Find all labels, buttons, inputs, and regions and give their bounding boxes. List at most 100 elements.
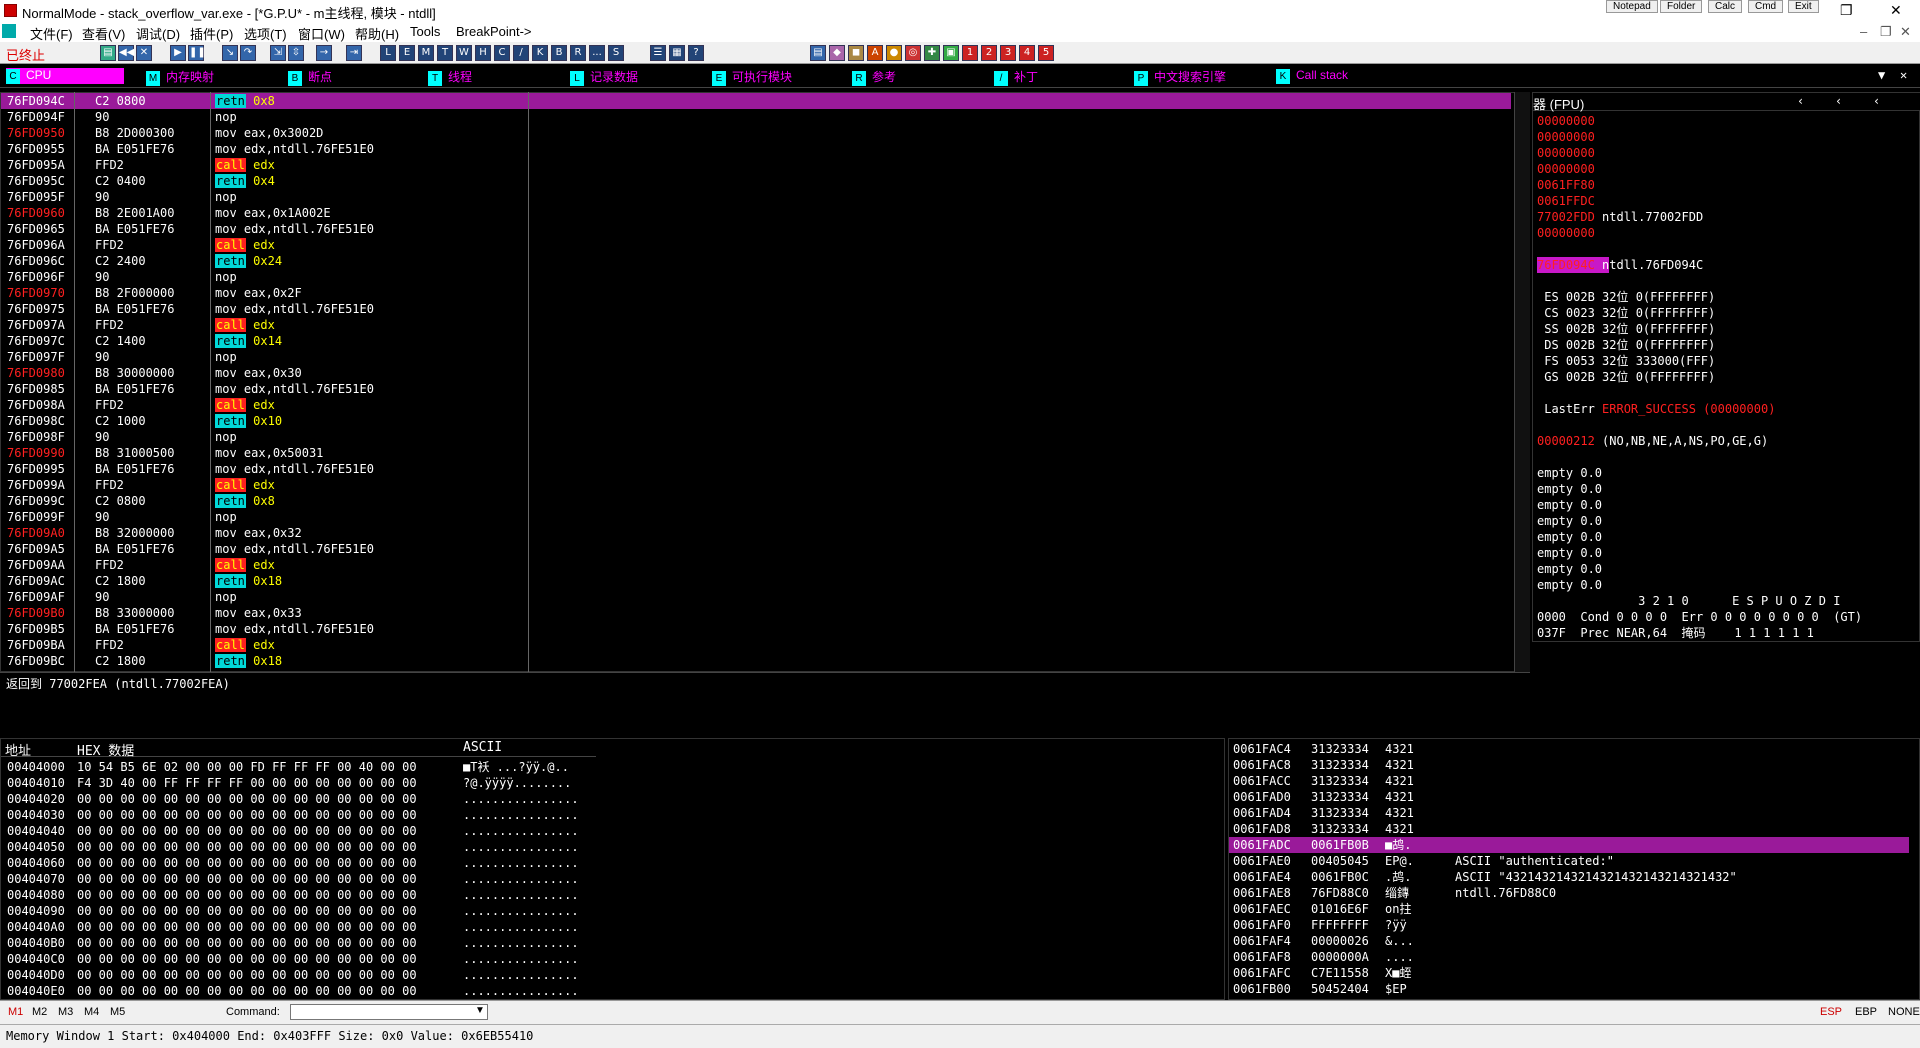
plugin-icon-6[interactable]: ◎	[905, 45, 921, 61]
register-line[interactable]: 77002FDD ntdll.77002FDD	[1537, 209, 1703, 225]
toolbar-c[interactable]: C	[494, 45, 510, 61]
plugin-icon-9[interactable]: 1	[962, 45, 978, 61]
dump-row[interactable]: 00404070 00 00 00 00 00 00 00 00 00 00 00…	[7, 871, 579, 887]
plugin-icon-11[interactable]: 3	[1000, 45, 1016, 61]
dump-row[interactable]: 00404010 F4 3D 40 00 FF FF FF FF 00 00 00…	[7, 775, 571, 791]
register-line[interactable]: 0000 Cond 0 0 0 0 Err 0 0 0 0 0 0 0 0 (G…	[1537, 609, 1862, 625]
disasm-row[interactable]: 76FD097A FFD2 call edx	[1, 317, 1511, 333]
register-line[interactable]: 0061FF80	[1537, 177, 1595, 193]
register-line[interactable]: CS 0023 32位 0(FFFFFFFF)	[1537, 305, 1715, 321]
plugin-icon-3[interactable]: ◼	[848, 45, 864, 61]
step-over-icon[interactable]: ↷	[240, 45, 256, 61]
register-line[interactable]: LastErr ERROR_SUCCESS (00000000)	[1537, 401, 1775, 417]
mdi-minimize-icon[interactable]: –	[1860, 24, 1867, 39]
stack-row[interactable]: 0061FAE0 00405045 EP@. ASCII "authenticated…	[1229, 853, 1909, 869]
dump-row[interactable]: 004040B0 00 00 00 00 00 00 00 00 00 00 00…	[7, 935, 579, 951]
dump-row[interactable]: 004040C0 00 00 00 00 00 00 00 00 00 00 00…	[7, 951, 579, 967]
cpu-scrollbar[interactable]	[1514, 92, 1530, 672]
disasm-row[interactable]: 76FD09A5 BA E051FE76 mov edx,ntdll.76FE51E…	[1, 541, 1511, 557]
disasm-row[interactable]: 76FD09B0 B8 33000000 mov eax,0x33	[1, 605, 1511, 621]
register-line[interactable]: 00000000	[1537, 129, 1595, 145]
tab-call-stack[interactable]: K Call stack	[1276, 68, 1348, 84]
disasm-row[interactable]: 76FD0975 BA E051FE76 mov edx,ntdll.76FE51E…	[1, 301, 1511, 317]
disasm-row[interactable]: 76FD0970 B8 2F000000 mov eax,0x2F	[1, 285, 1511, 301]
disasm-row[interactable]: 76FD096C C2 2400 retn 0x24	[1, 253, 1511, 269]
disasm-row[interactable]: 76FD096F 90 nop	[1, 269, 1511, 285]
register-line[interactable]: DS 002B 32位 0(FFFFFFFF)	[1537, 337, 1715, 353]
menu-tools[interactable]: Tools	[410, 24, 440, 39]
calc-button[interactable]: Calc	[1708, 0, 1743, 13]
stack-row[interactable]: 0061FB00 50452404 $EP	[1229, 981, 1909, 997]
disasm-row[interactable]: 76FD099F 90 nop	[1, 509, 1511, 525]
toolbar-s[interactable]: S	[608, 45, 624, 61]
plugin-icon-4[interactable]: A	[867, 45, 883, 61]
help-icon[interactable]: ?	[688, 45, 704, 61]
prev-arrow-icon[interactable]: ‹	[1835, 94, 1842, 108]
stack-row[interactable]: 0061FAE8 76FD88C0 缁鏄 ntdll.76FD88C0	[1229, 885, 1909, 901]
close-icon[interactable]: ✕	[1890, 2, 1902, 19]
disasm-row[interactable]: 76FD098F 90 nop	[1, 429, 1511, 445]
mdi-icon[interactable]	[2, 24, 16, 38]
goto-icon[interactable]: ⇥	[346, 45, 362, 61]
disasm-row[interactable]: 76FD09A0 B8 32000000 mov eax,0x32	[1, 525, 1511, 541]
tabs-dropdown-icon[interactable]: ▼	[1878, 68, 1885, 82]
toolbar-l[interactable]: L	[380, 45, 396, 61]
list-icon[interactable]: ☰	[650, 45, 666, 61]
tab-modules[interactable]: E 可执行模块	[712, 68, 792, 86]
rewind-icon[interactable]: ◀◀	[118, 45, 134, 61]
close-process-icon[interactable]: ✕	[136, 45, 152, 61]
dump-row[interactable]: 004040A0 00 00 00 00 00 00 00 00 00 00 00…	[7, 919, 579, 935]
menu-view[interactable]: 查看(V)	[82, 24, 125, 43]
prev-arrow-icon[interactable]: ‹	[1873, 94, 1880, 108]
cpu-disassembly[interactable]: 76FD094C C2 0800 retn 0x8 76FD094F 90 nop 76F…	[0, 92, 1530, 672]
esp-button[interactable]: ESP	[1820, 1006, 1842, 1018]
folder-button[interactable]: Folder	[1660, 0, 1703, 13]
stack-row[interactable]: 0061FAD0 31323334 4321	[1229, 789, 1909, 805]
disasm-row[interactable]: 76FD097F 90 nop	[1, 349, 1511, 365]
register-line[interactable]: 037F Prec NEAR,64 掩码 1 1 1 1 1 1	[1537, 625, 1814, 641]
pause-icon[interactable]: ❚❚	[188, 45, 206, 61]
memory-dump[interactable]: 地址 HEX 数据 ASCII 00404000 10 54 B5 6E 02 0…	[0, 738, 1225, 1000]
register-line[interactable]: ES 002B 32位 0(FFFFFFFF)	[1537, 289, 1715, 305]
stack-row[interactable]: 0061FAD8 31323334 4321	[1229, 821, 1909, 837]
grid-icon[interactable]: ▦	[669, 45, 685, 61]
stack-row[interactable]: 0061FAEC 01016E6F on拄	[1229, 901, 1909, 917]
menu-debug[interactable]: 调试(D)	[136, 24, 180, 43]
cmd-button[interactable]: Cmd	[1748, 0, 1784, 13]
disasm-row[interactable]: 76FD096A FFD2 call edx	[1, 237, 1511, 253]
menu-plugins[interactable]: 插件(P)	[190, 24, 233, 43]
register-line[interactable]: empty 0.0	[1537, 513, 1602, 529]
disasm-row[interactable]: 76FD0965 BA E051FE76 mov edx,ntdll.76FE51E…	[1, 221, 1511, 237]
register-line[interactable]: 00000000	[1537, 145, 1595, 161]
registers-pane[interactable]: 器 (FPU) ‹ ‹ ‹ 00000000 00000000 00000000 00…	[1532, 92, 1920, 642]
toolbar-m[interactable]: M	[418, 45, 434, 61]
stack-row[interactable]: 0061FAC4 31323334 4321	[1229, 741, 1909, 757]
stack-row[interactable]: 0061FAFC C7E11558 X■蛭	[1229, 965, 1909, 981]
plugin-icon-10[interactable]: 2	[981, 45, 997, 61]
toolbar-t[interactable]: T	[437, 45, 453, 61]
execute-till-return-icon[interactable]: →	[316, 45, 332, 61]
disasm-row[interactable]: 76FD095C C2 0400 retn 0x4	[1, 173, 1511, 189]
disasm-row[interactable]: 76FD0980 B8 30000000 mov eax,0x30	[1, 365, 1511, 381]
stack-pane[interactable]: 0061FAC4 31323334 4321 0061FAC8 31323334 4321…	[1228, 738, 1920, 1000]
menu-window[interactable]: 窗口(W)	[298, 24, 345, 43]
command-dropdown-icon[interactable]: ▼	[475, 1005, 485, 1016]
tab-cpu[interactable]: C CPU	[6, 68, 124, 84]
toolbar-h[interactable]: H	[475, 45, 491, 61]
toolbar-w[interactable]: W	[456, 45, 472, 61]
menu-options[interactable]: 选项(T)	[244, 24, 287, 43]
dump-header-ascii[interactable]: ASCII	[463, 740, 502, 755]
trace-into-icon[interactable]: ⇲	[270, 45, 286, 61]
disasm-row[interactable]: 76FD09AC C2 1800 retn 0x18	[1, 573, 1511, 589]
disasm-row[interactable]: 76FD097C C2 1400 retn 0x14	[1, 333, 1511, 349]
plugin-icon-13[interactable]: 5	[1038, 45, 1054, 61]
toolbar-dots[interactable]: ...	[589, 45, 605, 61]
mem-tab-4[interactable]: M4	[84, 1006, 99, 1018]
mem-tab-2[interactable]: M2	[32, 1006, 47, 1018]
dump-header-addr[interactable]: 地址	[5, 740, 31, 759]
mem-tab-1[interactable]: M1	[8, 1006, 23, 1018]
disasm-row[interactable]: 76FD0960 B8 2E001A00 mov eax,0x1A002E	[1, 205, 1511, 221]
exit-button[interactable]: Exit	[1788, 0, 1819, 13]
tab-memory-map[interactable]: M 内存映射	[146, 68, 214, 86]
menu-breakpoint[interactable]: BreakPoint->	[456, 24, 532, 39]
